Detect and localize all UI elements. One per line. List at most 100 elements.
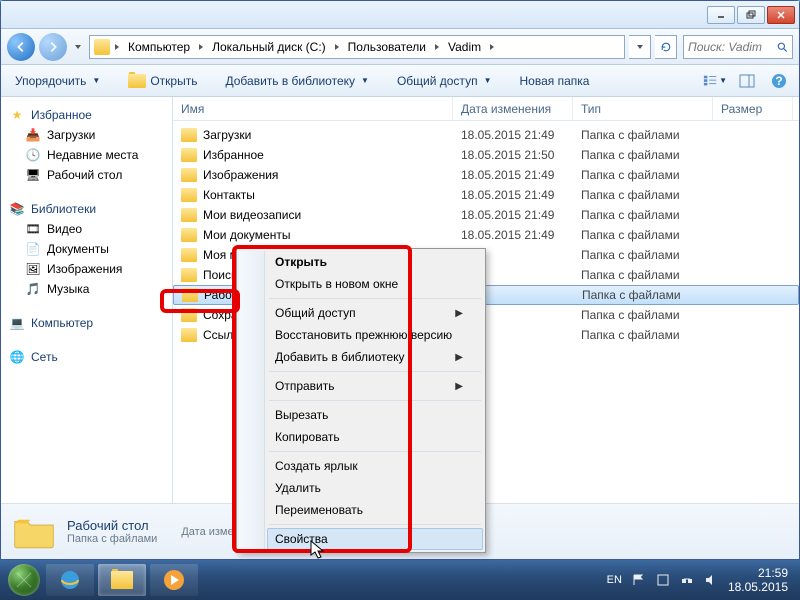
cm-cut[interactable]: Вырезать — [267, 404, 483, 426]
file-name: Контакты — [203, 188, 255, 202]
sidebar-item-documents[interactable]: 📄Документы — [5, 239, 168, 259]
recent-icon: 🕓 — [25, 147, 41, 163]
address-bar[interactable]: Компьютер Локальный диск (C:) Пользовате… — [89, 35, 625, 59]
chevron-right-icon[interactable] — [112, 44, 122, 50]
document-icon: 📄 — [25, 241, 41, 257]
breadcrumb-users[interactable]: Пользователи — [344, 36, 430, 58]
cm-rename[interactable]: Переименовать — [267, 499, 483, 521]
sidebar-network[interactable]: 🌐Сеть — [5, 347, 168, 367]
file-type: Папка с файлами — [573, 228, 713, 242]
breadcrumb-user[interactable]: Vadim — [444, 36, 485, 58]
file-date: 18.05.2015 21:49 — [453, 128, 573, 142]
computer-icon: 💻 — [9, 315, 25, 331]
cm-share[interactable]: Общий доступ▶ — [267, 302, 483, 324]
cm-label: Отправить — [275, 379, 335, 393]
submenu-arrow-icon: ▶ — [455, 308, 463, 319]
sidebar-item-desktop[interactable]: 🖥Рабочий стол — [5, 165, 168, 185]
column-label: Имя — [181, 102, 204, 116]
chevron-right-icon[interactable] — [196, 44, 206, 50]
file-type: Папка с файлами — [573, 308, 713, 322]
library-icon: 📚 — [9, 201, 25, 217]
add-to-library-button[interactable]: Добавить в библиотеку▼ — [219, 70, 374, 92]
help-button[interactable]: ? — [767, 71, 791, 91]
action-center-icon[interactable] — [656, 573, 670, 587]
sidebar-item-music[interactable]: 🎵Музыка — [5, 279, 168, 299]
sidebar-favorites[interactable]: ★Избранное — [5, 105, 168, 125]
column-date[interactable]: Дата изменения — [453, 97, 573, 120]
taskbar-ie[interactable] — [46, 564, 94, 596]
column-size[interactable]: Размер — [713, 97, 793, 120]
table-row[interactable]: Избранное18.05.2015 21:50Папка с файлами — [173, 145, 799, 165]
table-row[interactable]: Контакты18.05.2015 21:49Папка с файлами — [173, 185, 799, 205]
sidebar-item-downloads[interactable]: 📥Загрузки — [5, 125, 168, 145]
open-button[interactable]: Открыть — [122, 70, 203, 92]
taskbar-explorer[interactable] — [98, 564, 146, 596]
clock[interactable]: 21:59 18.05.2015 — [728, 566, 788, 595]
table-row[interactable]: Мои видеозаписи18.05.2015 21:49Папка с ф… — [173, 205, 799, 225]
chevron-right-icon[interactable] — [487, 44, 497, 50]
flag-icon[interactable] — [632, 573, 646, 587]
search-input[interactable] — [688, 40, 776, 54]
volume-icon[interactable] — [704, 573, 718, 587]
sidebar-label: Библиотеки — [31, 202, 96, 216]
sidebar-computer[interactable]: 💻 Компьютер — [5, 313, 168, 333]
chevron-right-icon[interactable] — [332, 44, 342, 50]
taskbar-media-player[interactable] — [150, 564, 198, 596]
breadcrumb-computer[interactable]: Компьютер — [124, 36, 194, 58]
cm-label: Открыть в новом окне — [275, 277, 398, 291]
sidebar-item-label: Видео — [47, 222, 82, 236]
share-button[interactable]: Общий доступ▼ — [391, 70, 498, 92]
cm-restore-previous[interactable]: Восстановить прежнюю версию — [267, 324, 483, 346]
file-date: 18.05.2015 21:49 — [453, 228, 573, 242]
column-headers: Имя Дата изменения Тип Размер — [173, 97, 799, 121]
chevron-right-icon[interactable] — [432, 44, 442, 50]
folder-icon — [181, 148, 197, 162]
close-button[interactable] — [767, 6, 795, 24]
cm-delete[interactable]: Удалить — [267, 477, 483, 499]
address-dropdown[interactable] — [629, 35, 651, 59]
back-button[interactable] — [7, 33, 35, 61]
sidebar-item-video[interactable]: 🎞Видео — [5, 219, 168, 239]
titlebar — [1, 1, 799, 29]
desktop-icon: 🖥 — [25, 167, 41, 183]
details-type: Папка с файлами — [67, 533, 157, 545]
breadcrumb-drive[interactable]: Локальный диск (C:) — [208, 36, 330, 58]
cm-open[interactable]: Открыть — [267, 251, 483, 273]
column-type[interactable]: Тип — [573, 97, 713, 120]
toolbar-label: Общий доступ — [397, 74, 478, 88]
forward-button[interactable] — [39, 33, 67, 61]
cm-add-to-library[interactable]: Добавить в библиотеку▶ — [267, 346, 483, 368]
organize-button[interactable]: Упорядочить▼ — [9, 70, 106, 92]
sidebar-label: Компьютер — [31, 316, 93, 330]
table-row[interactable]: Загрузки18.05.2015 21:49Папка с файлами — [173, 125, 799, 145]
nav-history-dropdown[interactable] — [71, 33, 85, 61]
sidebar-libraries[interactable]: 📚 Библиотеки — [5, 199, 168, 219]
cm-send-to[interactable]: Отправить▶ — [267, 375, 483, 397]
view-mode-button[interactable]: ▼ — [703, 71, 727, 91]
sidebar-item-pictures[interactable]: 🖼Изображения — [5, 259, 168, 279]
preview-pane-button[interactable] — [735, 71, 759, 91]
folder-icon — [182, 288, 198, 302]
sidebar-label: Сеть — [31, 350, 58, 364]
table-row[interactable]: Мои документы18.05.2015 21:49Папка с фай… — [173, 225, 799, 245]
refresh-button[interactable] — [655, 35, 677, 59]
cm-properties[interactable]: Свойства — [267, 528, 483, 550]
start-button[interactable] — [4, 564, 44, 596]
cm-create-shortcut[interactable]: Создать ярлык — [267, 455, 483, 477]
download-icon: 📥 — [25, 127, 41, 143]
new-folder-button[interactable]: Новая папка — [513, 70, 595, 92]
cm-copy[interactable]: Копировать — [267, 426, 483, 448]
language-indicator[interactable]: EN — [607, 574, 622, 586]
search-icon — [776, 40, 788, 54]
minimize-button[interactable] — [707, 6, 735, 24]
folder-icon — [181, 188, 197, 202]
table-row[interactable]: Изображения18.05.2015 21:49Папка с файла… — [173, 165, 799, 185]
column-name[interactable]: Имя — [173, 97, 453, 120]
maximize-button[interactable] — [737, 6, 765, 24]
network-icon[interactable] — [680, 573, 694, 587]
search-box[interactable] — [683, 35, 793, 59]
file-type: Папка с файлами — [574, 288, 714, 302]
cm-open-new-window[interactable]: Открыть в новом окне — [267, 273, 483, 295]
sidebar-item-recent[interactable]: 🕓Недавние места — [5, 145, 168, 165]
cm-label: Добавить в библиотеку — [275, 350, 405, 364]
